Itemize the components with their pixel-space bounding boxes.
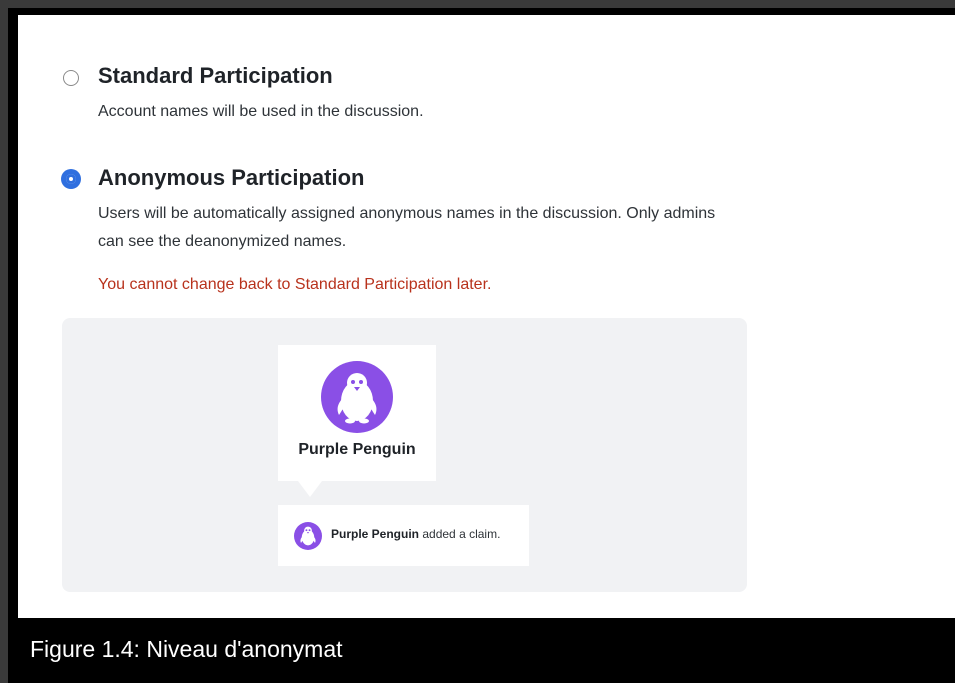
anonymous-participation-radio[interactable] — [61, 169, 81, 189]
anonymous-profile-card: Purple Penguin — [278, 345, 436, 481]
anonymous-participation-title: Anonymous Participation — [98, 165, 365, 190]
participation-settings-panel: Standard Participation Account names wil… — [18, 15, 955, 618]
standard-participation-title: Standard Participation — [98, 63, 333, 88]
anonymous-name-label: Purple Penguin — [298, 441, 416, 458]
activity-item: Purple Penguin added a claim. — [278, 505, 529, 566]
warning-message: You cannot change back to Standard Parti… — [98, 276, 492, 293]
penguin-icon — [321, 361, 393, 433]
standard-participation-description: Account names will be used in the discus… — [98, 103, 424, 120]
anonymous-participation-description: Users will be automatically assigned ano… — [98, 205, 716, 250]
penguin-icon — [294, 522, 322, 550]
card-pointer — [298, 481, 322, 497]
figure-frame: Standard Participation Account names wil… — [8, 8, 955, 683]
figure-caption: Figure 1.4: Niveau d'anonymat — [30, 636, 343, 662]
anonymous-name-preview: Purple Penguin Purple Penguin added a cl… — [62, 318, 747, 592]
activity-user-name: Purple Penguin — [331, 527, 420, 541]
standard-participation-radio[interactable] — [63, 70, 79, 86]
activity-text: Purple Penguin added a claim. — [331, 527, 500, 541]
activity-action: added a claim. — [422, 527, 501, 541]
